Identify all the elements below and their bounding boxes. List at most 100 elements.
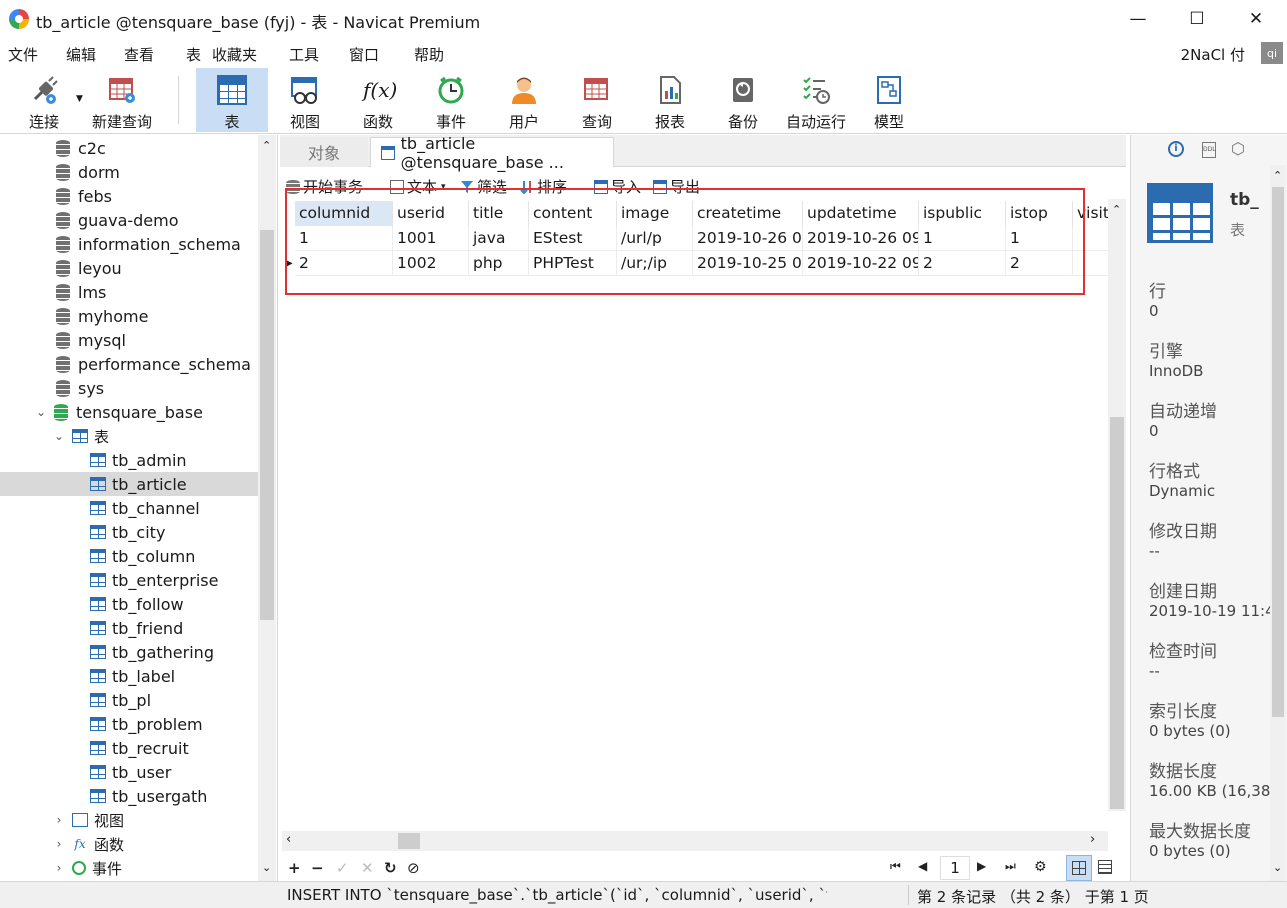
tree-table-tb_column[interactable]: tb_column xyxy=(0,544,258,568)
tree-node-event-clock[interactable]: › 事件 xyxy=(0,856,258,880)
hex-settings-icon[interactable]: ⬡ xyxy=(1231,139,1245,158)
tree-table-tb_label[interactable]: tb_label xyxy=(0,664,258,688)
menu-file[interactable]: 文件 xyxy=(8,44,38,65)
tree-table-tb_friend[interactable]: tb_friend xyxy=(0,616,258,640)
tree-db-mysql[interactable]: mysql xyxy=(0,328,258,352)
refresh-button[interactable]: ↻ xyxy=(384,859,397,877)
tree-table-tb_problem[interactable]: tb_problem xyxy=(0,712,258,736)
scroll-up-icon[interactable]: ⌃ xyxy=(262,139,271,152)
apply-changes-button[interactable]: ✓ xyxy=(336,859,349,877)
minimize-button[interactable]: — xyxy=(1115,0,1161,38)
scroll-down-icon[interactable]: ⌄ xyxy=(262,861,271,874)
chevron-right-icon[interactable]: › xyxy=(52,837,66,851)
tree-table-tb_enterprise[interactable]: tb_enterprise xyxy=(0,568,258,592)
menu-view[interactable]: 查看 xyxy=(124,44,154,65)
chevron-down-icon[interactable]: ⌄ xyxy=(34,405,48,419)
scroll-up-icon[interactable]: ⌃ xyxy=(1273,169,1282,182)
query-button[interactable]: 查询 xyxy=(561,68,633,132)
tree-table-tb_pl[interactable]: tb_pl xyxy=(0,688,258,712)
tree-db-sys[interactable]: sys xyxy=(0,376,258,400)
backup-icon xyxy=(728,75,758,105)
tree-table-tb_recruit[interactable]: tb_recruit xyxy=(0,736,258,760)
tree-db-performance_schema[interactable]: performance_schema xyxy=(0,352,258,376)
menu-help[interactable]: 帮助 xyxy=(414,44,444,65)
event-clock-icon xyxy=(72,861,86,875)
event-button[interactable]: 事件 xyxy=(415,68,487,132)
backup-button[interactable]: 备份 xyxy=(707,68,779,132)
info-icon[interactable]: i xyxy=(1168,141,1184,157)
tree-node-function[interactable]: › fx 函数 xyxy=(0,832,258,856)
close-button[interactable]: ✕ xyxy=(1233,0,1279,38)
settings-gear-icon[interactable]: ⚙ xyxy=(1034,859,1047,875)
grid-view-button[interactable] xyxy=(1066,855,1092,881)
avatar[interactable]: qi xyxy=(1261,42,1283,64)
scroll-right-icon[interactable]: › xyxy=(1090,832,1095,847)
tree-table-tb_gathering[interactable]: tb_gathering xyxy=(0,640,258,664)
user-button[interactable]: 用户 xyxy=(488,68,560,132)
menu-table[interactable]: 表 xyxy=(186,44,201,65)
new-query-button[interactable]: 新建查询 xyxy=(86,68,158,132)
menu-tools[interactable]: 工具 xyxy=(289,44,319,65)
tree-node-view[interactable]: › 视图 xyxy=(0,808,258,832)
connect-dropdown-icon[interactable]: ▼ xyxy=(76,94,83,104)
tree-table-tb_article[interactable]: tb_article xyxy=(0,472,258,496)
tree-scrollbar[interactable]: ⌃ ⌄ xyxy=(258,135,276,881)
first-page-icon[interactable]: ⏮ xyxy=(890,859,901,874)
tab-objects[interactable]: 对象 xyxy=(280,137,368,167)
tree-scroll-thumb[interactable] xyxy=(260,230,274,620)
chevron-right-icon[interactable]: › xyxy=(52,861,66,875)
info-scrollbar[interactable]: ⌃ ⌄ xyxy=(1270,165,1286,881)
add-record-button[interactable]: + xyxy=(288,859,301,877)
status-bar: INSERT INTO `tensquare_base`.`tb_article… xyxy=(0,881,1287,908)
scroll-left-icon[interactable]: ‹ xyxy=(286,832,291,847)
grid-hscroll-thumb[interactable] xyxy=(398,833,420,849)
table-button[interactable]: 表 xyxy=(196,68,268,132)
maximize-button[interactable]: ☐ xyxy=(1174,0,1220,38)
info-scroll-thumb[interactable] xyxy=(1272,187,1284,717)
tree-table-tb_admin[interactable]: tb_admin xyxy=(0,448,258,472)
chevron-down-icon[interactable]: ⌄ xyxy=(52,429,66,443)
grid-vscroll-thumb[interactable] xyxy=(1110,417,1124,809)
page-number-input[interactable]: 1 xyxy=(940,856,970,880)
tree-db-information_schema[interactable]: information_schema xyxy=(0,232,258,256)
tab-tb-article[interactable]: tb_article @tensquare_base ... xyxy=(370,134,614,172)
tree-db-guava-demo[interactable]: guava-demo xyxy=(0,208,258,232)
menu-favorites[interactable]: 收藏夹 xyxy=(212,44,257,65)
tree-table-tb_usergath[interactable]: tb_usergath xyxy=(0,784,258,808)
tree-table-tb_follow[interactable]: tb_follow xyxy=(0,592,258,616)
prev-page-icon[interactable]: ◀ xyxy=(918,859,927,873)
report-button[interactable]: 报表 xyxy=(634,68,706,132)
ddl-icon[interactable]: DDL xyxy=(1202,142,1216,158)
tree-table-label: tb_label xyxy=(112,666,176,686)
tree-db-c2c[interactable]: c2c xyxy=(0,136,258,160)
function-button[interactable]: f(x) 函数 xyxy=(342,68,414,132)
model-button[interactable]: 模型 xyxy=(853,68,925,132)
tree-table-tb_city[interactable]: tb_city xyxy=(0,520,258,544)
tree-db-leyou[interactable]: leyou xyxy=(0,256,258,280)
scroll-down-icon[interactable]: ⌄ xyxy=(1273,861,1282,874)
scroll-up-icon[interactable]: ⌃ xyxy=(1112,203,1121,216)
view-button[interactable]: 视图 xyxy=(269,68,341,132)
user-account-name[interactable]: 2NaCl 付 xyxy=(1181,44,1245,65)
tree-table-tb_channel[interactable]: tb_channel xyxy=(0,496,258,520)
tree-db-dorm[interactable]: dorm xyxy=(0,160,258,184)
next-page-icon[interactable]: ▶ xyxy=(977,859,986,873)
stop-button[interactable]: ⊘ xyxy=(407,859,420,877)
grid-vertical-scrollbar[interactable]: ⌃ xyxy=(1108,199,1126,811)
form-view-icon[interactable] xyxy=(1098,860,1112,874)
delete-record-button[interactable]: − xyxy=(311,859,324,877)
menu-window[interactable]: 窗口 xyxy=(349,44,379,65)
chevron-right-icon[interactable]: › xyxy=(52,813,66,827)
grid-horizontal-scrollbar[interactable]: ‹ › xyxy=(282,831,1108,851)
auto-run-button[interactable]: 自动运行 xyxy=(780,68,852,132)
tree-db-lms[interactable]: lms xyxy=(0,280,258,304)
connect-button[interactable]: 连接 xyxy=(8,68,80,132)
tree-db-febs[interactable]: febs xyxy=(0,184,258,208)
menu-edit[interactable]: 编辑 xyxy=(66,44,96,65)
tree-db-myhome[interactable]: myhome xyxy=(0,304,258,328)
discard-changes-button[interactable]: ✕ xyxy=(361,859,374,877)
tree-db-tensquare-base[interactable]: ⌄ tensquare_base xyxy=(0,400,258,424)
tree-tables-node[interactable]: ⌄ 表 xyxy=(0,424,258,448)
tree-table-tb_user[interactable]: tb_user xyxy=(0,760,258,784)
last-page-icon[interactable]: ⏭ xyxy=(1005,859,1016,874)
